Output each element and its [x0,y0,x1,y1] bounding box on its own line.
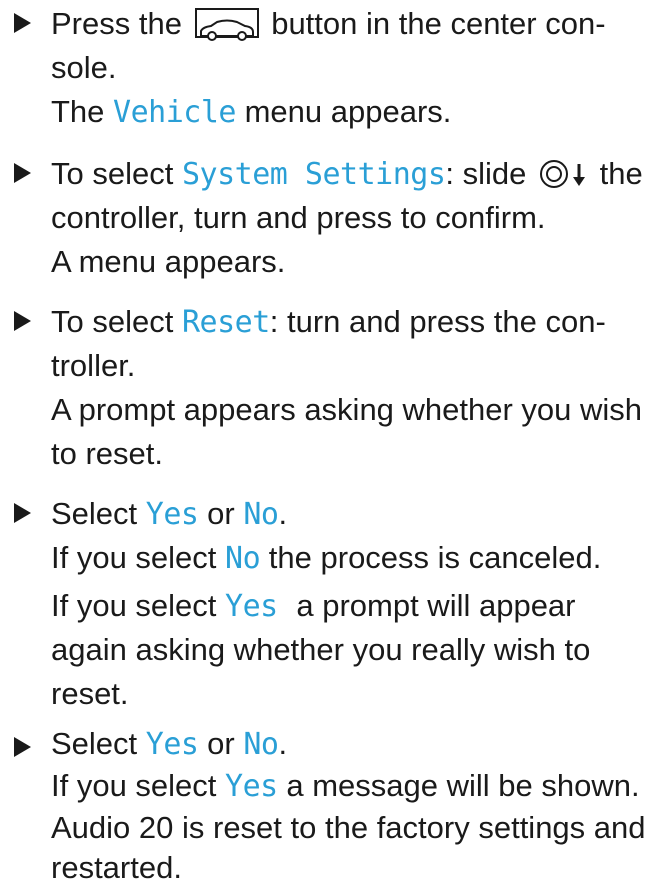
text: : turn and press the con- [269,304,606,339]
step-3-line-3: A prompt appears asking whether you wish [51,392,643,427]
text: Select [51,726,138,761]
text: the [599,156,643,191]
step-2-line-1: To select System Settings: slide the [51,152,643,197]
text: . [278,726,288,761]
text: To select [51,156,174,191]
text: button in the center con- [271,6,606,41]
text: the process is canceled. [268,540,602,575]
text: The [51,94,105,129]
option-yes: Yes [145,497,199,532]
step-2-line-3: A menu appears. [51,244,286,279]
step-4-line-2: If you select No the process is canceled… [51,536,601,581]
text: Select [51,496,138,531]
text: : slide [445,156,527,191]
bullet-triangle-icon [14,737,31,757]
step-1-line-1: Press the button in the center con- [51,2,606,46]
step-1-line-2: sole. [51,50,117,85]
step-4-line-3: If you select Yes a prompt will appear [51,584,576,629]
bullet-triangle-icon [14,311,31,331]
option-yes: Yes [225,769,278,804]
bullet-triangle-icon [14,163,31,183]
option-yes: Yes [145,727,199,762]
step-2-line-2: controller, turn and press to confirm. [51,200,546,235]
option-no: No [243,497,279,532]
option-yes: Yes [225,589,278,624]
step-5-line-2: If you select Yes a message will be show… [51,764,640,809]
step-4-line-4: again asking whether you really wish to [51,632,591,667]
text: Press the [51,6,182,41]
controller-slide-down-icon [537,158,589,190]
step-1-line-3: The Vehicle menu appears. [51,90,451,135]
step-3-line-1: To select Reset: turn and press the con- [51,300,606,345]
step-3-line-2: troller. [51,348,136,383]
step-4-line-1: Select Yes or No. [51,492,287,537]
text: If you select [51,540,217,575]
menu-name-reset: Reset [181,305,270,340]
bullet-triangle-icon [14,13,31,33]
step-5-line-4: restarted. [51,850,182,885]
text: or [207,726,235,761]
text: If you select [51,768,217,803]
step-5-line-3: Audio 20 is reset to the factory setting… [51,810,646,845]
option-no: No [243,727,279,762]
text: a message will be shown. [286,768,640,803]
step-5-line-1: Select Yes or No. [51,722,287,767]
car-button-icon [194,8,259,41]
menu-name-system-settings: System Settings [181,157,446,192]
step-4-line-5: reset. [51,676,129,711]
text: or [207,496,235,531]
text: menu appears. [244,94,452,129]
text: . [278,496,288,531]
option-no: No [225,541,261,576]
bullet-triangle-icon [14,503,31,523]
manual-page: Press the button in the center con- sole… [0,0,651,885]
text: a prompt will appear [296,588,576,623]
text: To select [51,304,174,339]
step-3-line-4: to reset. [51,436,163,471]
menu-name-vehicle: Vehicle [113,95,236,130]
text: If you select [51,588,217,623]
